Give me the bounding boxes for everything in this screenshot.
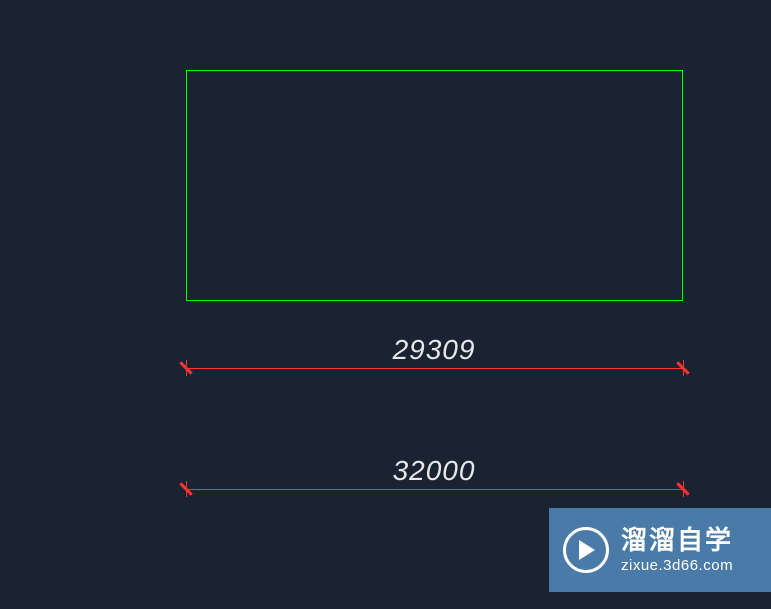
- extension-line-2-right: [683, 481, 684, 497]
- extension-line-1-right: [683, 360, 684, 376]
- watermark-text: 溜溜自学 zixue.3d66.com: [621, 525, 733, 574]
- watermark-title: 溜溜自学: [621, 525, 733, 556]
- extension-line-2-left: [186, 481, 187, 497]
- dimension-text-1: 29309: [393, 334, 476, 366]
- watermark-badge: 溜溜自学 zixue.3d66.com: [549, 508, 771, 592]
- watermark-url: zixue.3d66.com: [621, 557, 733, 575]
- dimension-line-2: [186, 489, 683, 490]
- dimension-text-2: 32000: [393, 455, 476, 487]
- play-icon: [563, 527, 609, 573]
- green-rectangle: [186, 70, 683, 301]
- dimension-line-1: [186, 368, 683, 369]
- extension-line-1-left: [186, 360, 187, 376]
